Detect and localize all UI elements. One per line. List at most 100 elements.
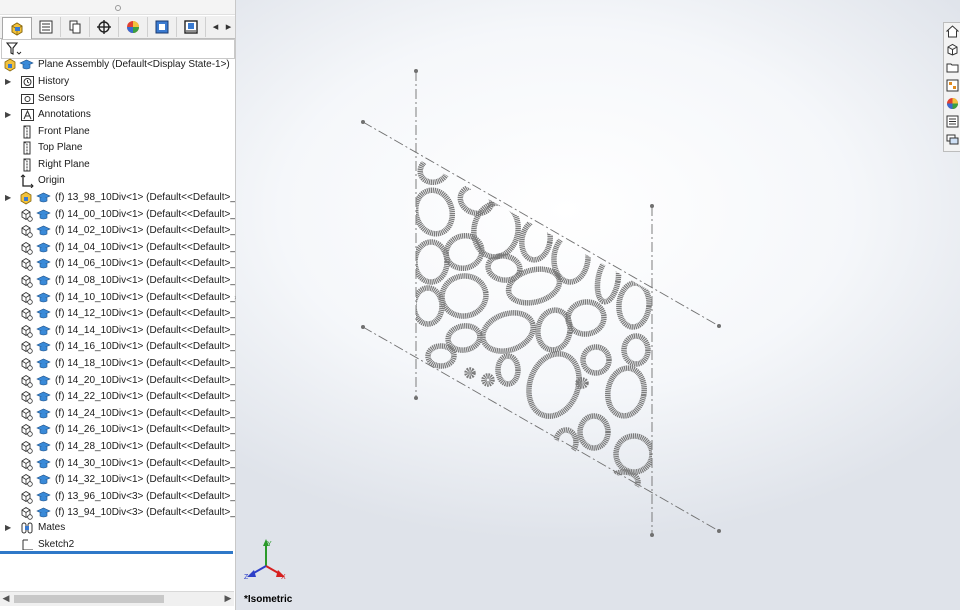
tab-scroll-right-button[interactable]: ▸	[222, 17, 235, 37]
graduation-cap-icon	[36, 242, 51, 253]
design-library-icon	[946, 79, 959, 92]
part-icon	[21, 390, 33, 404]
tab-property-manager[interactable]	[32, 17, 61, 37]
tree-item-component[interactable]: (f) 14_16_10Div<1> (Default<<Default>_Di…	[0, 339, 235, 355]
tab-simulation-manager[interactable]	[177, 17, 206, 37]
tree-item-component[interactable]: (f) 14_10_10Div<1> (Default<<Default>_Di…	[0, 290, 235, 306]
panel-top-strip[interactable]	[0, 0, 235, 15]
part-icon	[21, 340, 33, 354]
tree-item-label: History	[38, 76, 70, 87]
tree-item-label: (f) 13_98_10Div<1> (Default<<Default>_Di…	[55, 192, 235, 203]
tree-item-label: Front Plane	[38, 126, 90, 137]
tree-item-component[interactable]: (f) 14_24_10Div<1> (Default<<Default>_Di…	[0, 406, 235, 422]
plane-icon	[23, 141, 31, 155]
tree-item-component[interactable]: (f) 14_20_10Div<1> (Default<<Default>_Di…	[0, 373, 235, 389]
tree-item-root-assembly[interactable]: Plane Assembly (Default<Display State-1>…	[0, 57, 235, 73]
tree-item-component[interactable]: (f) 13_96_10Div<3> (Default<<Default>_Di…	[0, 489, 235, 505]
expand-arrow-icon[interactable]: ▶	[5, 190, 13, 206]
tree-item-component[interactable]: (f) 14_14_10Div<1> (Default<<Default>_Di…	[0, 323, 235, 339]
cam-manager-icon	[155, 20, 169, 34]
model-scene: Y X Z	[244, 69, 721, 581]
tab-dimxpert-manager[interactable]	[90, 17, 119, 37]
tree-item-label: (f) 14_18_10Div<1> (Default<<Default>_Di…	[55, 358, 235, 369]
tree-item-component[interactable]: (f) 14_04_10Div<1> (Default<<Default>_Di…	[0, 240, 235, 256]
tree-item-component[interactable]: (f) 14_22_10Div<1> (Default<<Default>_Di…	[0, 389, 235, 405]
tree-item-label: (f) 14_22_10Div<1> (Default<<Default>_Di…	[55, 391, 235, 402]
triad-z-arrow	[247, 570, 256, 577]
part-icon	[21, 224, 33, 238]
expand-arrow-icon[interactable]: ▶	[5, 520, 13, 536]
part-icon	[21, 423, 33, 437]
panel-divider[interactable]	[0, 551, 233, 554]
triad-z-label: Z	[244, 574, 249, 581]
collapse-grip[interactable]	[115, 5, 121, 11]
tab-configuration-manager[interactable]	[61, 17, 90, 37]
display-manager-icon	[127, 21, 139, 33]
tree-item-label: (f) 13_94_10Div<3> (Default<<Default>_Di…	[55, 507, 235, 518]
graduation-cap-icon	[36, 192, 51, 203]
tree-item-component[interactable]: (f) 14_12_10Div<1> (Default<<Default>_Di…	[0, 306, 235, 322]
tree-item-component[interactable]: (f) 14_08_10Div<1> (Default<<Default>_Di…	[0, 273, 235, 289]
expand-arrow-icon[interactable]: ▶	[5, 74, 13, 90]
tab-scroll-left-button[interactable]: ◂	[209, 17, 222, 37]
file-explorer-button[interactable]	[945, 60, 960, 75]
tree-item-component[interactable]: (f) 14_32_10Div<1> (Default<<Default>_Di…	[0, 472, 235, 488]
tree-item-component[interactable]: (f) 14_26_10Div<1> (Default<<Default>_Di…	[0, 422, 235, 438]
tab-display-manager[interactable]	[119, 17, 148, 37]
resources-button[interactable]	[945, 24, 960, 39]
graduation-cap-icon	[36, 325, 51, 336]
tree-item-origin[interactable]: Origin	[0, 173, 235, 189]
tab-feature-manager[interactable]	[2, 17, 32, 39]
feature-manager-panel: ◂ ▸ Plane Assembly (Default<Display Stat…	[0, 0, 236, 610]
scroll-right-icon[interactable]: ▶	[222, 592, 234, 606]
tab-cam-manager[interactable]	[148, 17, 177, 37]
design-library-button[interactable]	[945, 42, 960, 57]
tree-item-label: Origin	[38, 175, 65, 186]
view-palette-button[interactable]	[945, 78, 960, 93]
custom-properties-button[interactable]	[945, 114, 960, 129]
horizontal-scrollbar[interactable]: ◀ ▶	[0, 591, 234, 606]
graduation-cap-icon	[36, 441, 51, 452]
custom-properties-icon	[946, 115, 959, 128]
part-icon	[21, 473, 33, 487]
tree-item-component[interactable]: (f) 14_06_10Div<1> (Default<<Default>_Di…	[0, 256, 235, 272]
tree-item-component[interactable]: (f) 14_00_10Div<1> (Default<<Default>_Di…	[0, 207, 235, 223]
tree-item-component[interactable]: (f) 14_18_10Div<1> (Default<<Default>_Di…	[0, 356, 235, 372]
plane-icon	[23, 125, 31, 139]
sketch-icon	[22, 539, 33, 550]
tree-item-component[interactable]: (f) 14_30_10Div<1> (Default<<Default>_Di…	[0, 456, 235, 472]
coordinate-triad: Y X Z	[244, 539, 286, 581]
tree-item-label: (f) 14_16_10Div<1> (Default<<Default>_Di…	[55, 341, 235, 352]
part-icon	[21, 257, 33, 271]
tree-item-top-plane[interactable]: Top Plane	[0, 140, 235, 156]
graphics-area[interactable]: Y X Z *Isometric	[236, 0, 960, 610]
tree-item-component[interactable]: (f) 14_02_10Div<1> (Default<<Default>_Di…	[0, 223, 235, 239]
part-icon	[21, 457, 33, 471]
scroll-left-icon[interactable]: ◀	[0, 592, 12, 606]
tree-item-component[interactable]: (f) 14_28_10Div<1> (Default<<Default>_Di…	[0, 439, 235, 455]
tree-item-right-plane[interactable]: Right Plane	[0, 157, 235, 173]
graduation-cap-icon	[36, 474, 51, 485]
corner-point	[650, 533, 654, 537]
part-icon	[21, 506, 33, 520]
tree-item-label: Right Plane	[38, 159, 90, 170]
scrollbar-thumb[interactable]	[14, 595, 164, 603]
tree-item-sensors[interactable]: Sensors	[0, 91, 235, 107]
tree-item-mates[interactable]: ▶ Mates	[0, 520, 235, 536]
tree-item-component[interactable]: ▶ (f) 13_98_10Div<1> (Default<<Default>_D…	[0, 190, 235, 206]
tree-item-annotations[interactable]: ▶ Annotations	[0, 107, 235, 123]
part-icon	[21, 374, 33, 388]
tree-item-front-plane[interactable]: Front Plane	[0, 124, 235, 140]
tree-item-sketch[interactable]: Sketch2	[0, 537, 235, 550]
graduation-cap-icon	[36, 507, 51, 518]
appearances-icon	[947, 98, 958, 109]
expand-arrow-icon[interactable]: ▶	[5, 107, 13, 123]
forum-button[interactable]	[945, 132, 960, 147]
tree-item-label: (f) 14_10_10Div<1> (Default<<Default>_Di…	[55, 292, 235, 303]
tree-item-label: Sensors	[38, 93, 75, 104]
part-icon	[21, 490, 33, 504]
tree-item-component[interactable]: (f) 13_94_10Div<3> (Default<<Default>_Di…	[0, 505, 235, 521]
appearances-button[interactable]	[945, 96, 960, 111]
tree-item-history[interactable]: ▶ History	[0, 74, 235, 90]
tree-filter-field[interactable]	[1, 39, 235, 59]
